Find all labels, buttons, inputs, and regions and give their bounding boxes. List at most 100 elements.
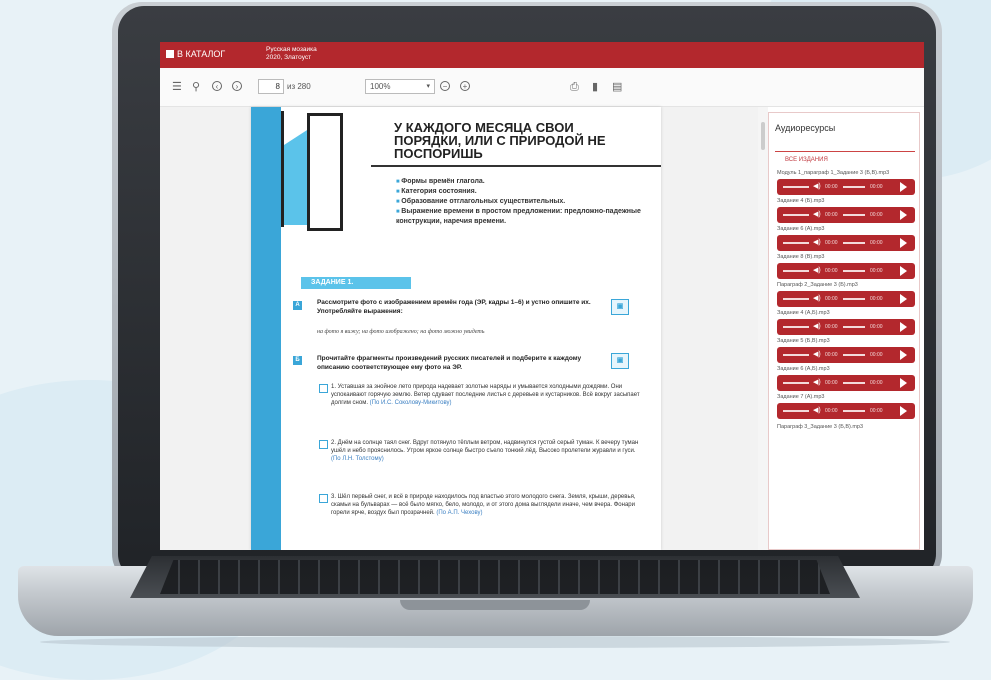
play-icon[interactable] [900, 378, 907, 388]
next-page-icon[interactable]: › [232, 81, 242, 91]
volume-icon[interactable]: ◀) [813, 238, 821, 247]
total-time: 00:00 [870, 296, 883, 302]
print-icon[interactable]: ⎙ [570, 81, 579, 93]
fragment-source: (По Л.Н. Толстому) [331, 456, 384, 462]
zoom-select[interactable]: 100% ▾ [365, 79, 435, 94]
seek-bar[interactable] [783, 242, 809, 244]
sidebar-title: Аудиоресурсы [775, 123, 836, 133]
scrollbar[interactable] [758, 107, 768, 550]
current-time: 00:00 [825, 268, 838, 274]
volume-slider[interactable] [843, 354, 865, 356]
fragment-text: 2. Днём на солнце таял снег. Вдруг потян… [331, 440, 639, 454]
volume-slider[interactable] [843, 214, 865, 216]
play-icon[interactable] [900, 322, 907, 332]
fragment-source: (По А.П. Чехову) [436, 510, 483, 516]
total-time: 00:00 [870, 352, 883, 358]
scrollbar-thumb[interactable] [761, 122, 765, 150]
menu-icon[interactable]: ☰ [172, 81, 182, 93]
topic-item: Выражение времени в простом предложении:… [396, 207, 646, 227]
volume-slider[interactable] [843, 326, 865, 328]
photo-resource-icon[interactable]: ▣ [611, 353, 629, 369]
volume-icon[interactable]: ◀) [813, 322, 821, 331]
seek-bar[interactable] [783, 270, 809, 272]
seek-bar[interactable] [783, 214, 809, 216]
volume-slider[interactable] [843, 382, 865, 384]
chapter-title: У КАЖДОГО МЕСЯЦА СВОИ ПОРЯДКИ, ИЛИ С ПРИ… [394, 120, 606, 161]
resources-icon[interactable]: ▤ [612, 81, 622, 93]
volume-slider[interactable] [843, 410, 865, 412]
audio-player: ◀) 00:00 00:00 [777, 263, 915, 279]
topic-item: Образование отглагольных существительных… [396, 197, 646, 207]
play-icon[interactable] [900, 182, 907, 192]
zoom-out-icon[interactable]: − [440, 81, 450, 91]
audio-sidebar: Аудиоресурсы ВСЕ ИЗДАНИЯ Модуль 1_парагр… [768, 112, 920, 550]
audio-player: ◀) 00:00 00:00 [777, 207, 915, 223]
topic-item: Категория состояния. [396, 187, 646, 197]
fragment-checkbox[interactable] [319, 440, 328, 449]
prev-page-icon[interactable]: ‹ [212, 81, 222, 91]
volume-slider[interactable] [843, 270, 865, 272]
audio-player: ◀) 00:00 00:00 [777, 403, 915, 419]
total-time: 00:00 [870, 324, 883, 330]
volume-icon[interactable]: ◀) [813, 266, 821, 275]
book-title-line-2: 2020, Златоуст [266, 54, 312, 61]
page-number-input[interactable]: 8 [258, 79, 284, 94]
current-time: 00:00 [825, 324, 838, 330]
volume-icon[interactable]: ◀) [813, 294, 821, 303]
play-icon[interactable] [900, 238, 907, 248]
zoom-value: 100% [370, 82, 391, 91]
seek-bar[interactable] [783, 298, 809, 300]
total-time: 00:00 [870, 184, 883, 190]
total-time: 00:00 [870, 268, 883, 274]
total-time: 00:00 [870, 212, 883, 218]
play-icon[interactable] [900, 294, 907, 304]
audio-track-name: Параграф 2_Задание 3 (Б).mp3 [777, 282, 858, 288]
volume-icon[interactable]: ◀) [813, 378, 821, 387]
play-icon[interactable] [900, 350, 907, 360]
page-total: из 280 [287, 82, 311, 91]
laptop-keyboard [160, 560, 830, 594]
volume-icon[interactable]: ◀) [813, 182, 821, 191]
bookmark-icon[interactable]: ▮ [592, 81, 598, 93]
play-icon[interactable] [900, 406, 907, 416]
seek-bar[interactable] [783, 354, 809, 356]
audio-track-list: Модуль 1_параграф 1_Задание 3 (Б,В).mp3 ◀… [777, 167, 915, 431]
volume-slider[interactable] [843, 242, 865, 244]
catalog-button[interactable]: В КАТАЛОГ [166, 49, 225, 59]
fragment-checkbox[interactable] [319, 384, 328, 393]
chapter-number [307, 113, 343, 231]
text-fragment: 3. Шёл первый снег, и всё в природе нахо… [319, 493, 646, 517]
audio-track-name: Задание 6 (А).mp3 [777, 226, 825, 232]
audio-track-name: Задание 8 (В).mp3 [777, 254, 825, 260]
volume-slider[interactable] [843, 186, 865, 188]
audio-player: ◀) 00:00 00:00 [777, 235, 915, 251]
topic-item: Формы времён глагола. [396, 177, 646, 187]
all-editions-link[interactable]: ВСЕ ИЗДАНИЯ [785, 157, 828, 163]
sidebar-divider [775, 151, 915, 152]
play-icon[interactable] [900, 210, 907, 220]
book-title: Русская мозаика 2020, Златоуст [266, 46, 317, 62]
title-divider [371, 165, 661, 167]
audio-track-name: Задание 5 (Б,В).mp3 [777, 338, 830, 344]
fragment-source: (По И.С. Соколову-Микитову) [369, 400, 452, 406]
audio-player: ◀) 00:00 00:00 [777, 319, 915, 335]
fragment-text: 3. Шёл первый снег, и всё в природе нахо… [331, 494, 636, 516]
search-icon[interactable]: ⚲ [192, 81, 200, 93]
volume-icon[interactable]: ◀) [813, 350, 821, 359]
photo-resource-icon[interactable]: ▣ [611, 299, 629, 315]
total-time: 00:00 [870, 380, 883, 386]
audio-track-name: Задание 4 (Б).mp3 [777, 198, 825, 204]
audio-track-name: Задание 4 (А,Б).mp3 [777, 310, 830, 316]
seek-bar[interactable] [783, 186, 809, 188]
audio-track-name: Модуль 1_параграф 1_Задание 3 (Б,В).mp3 [777, 170, 890, 176]
current-time: 00:00 [825, 184, 838, 190]
seek-bar[interactable] [783, 326, 809, 328]
volume-icon[interactable]: ◀) [813, 210, 821, 219]
seek-bar[interactable] [783, 382, 809, 384]
play-icon[interactable] [900, 266, 907, 276]
seek-bar[interactable] [783, 410, 809, 412]
zoom-in-icon[interactable]: + [460, 81, 470, 91]
volume-icon[interactable]: ◀) [813, 406, 821, 415]
fragment-checkbox[interactable] [319, 494, 328, 503]
volume-slider[interactable] [843, 298, 865, 300]
